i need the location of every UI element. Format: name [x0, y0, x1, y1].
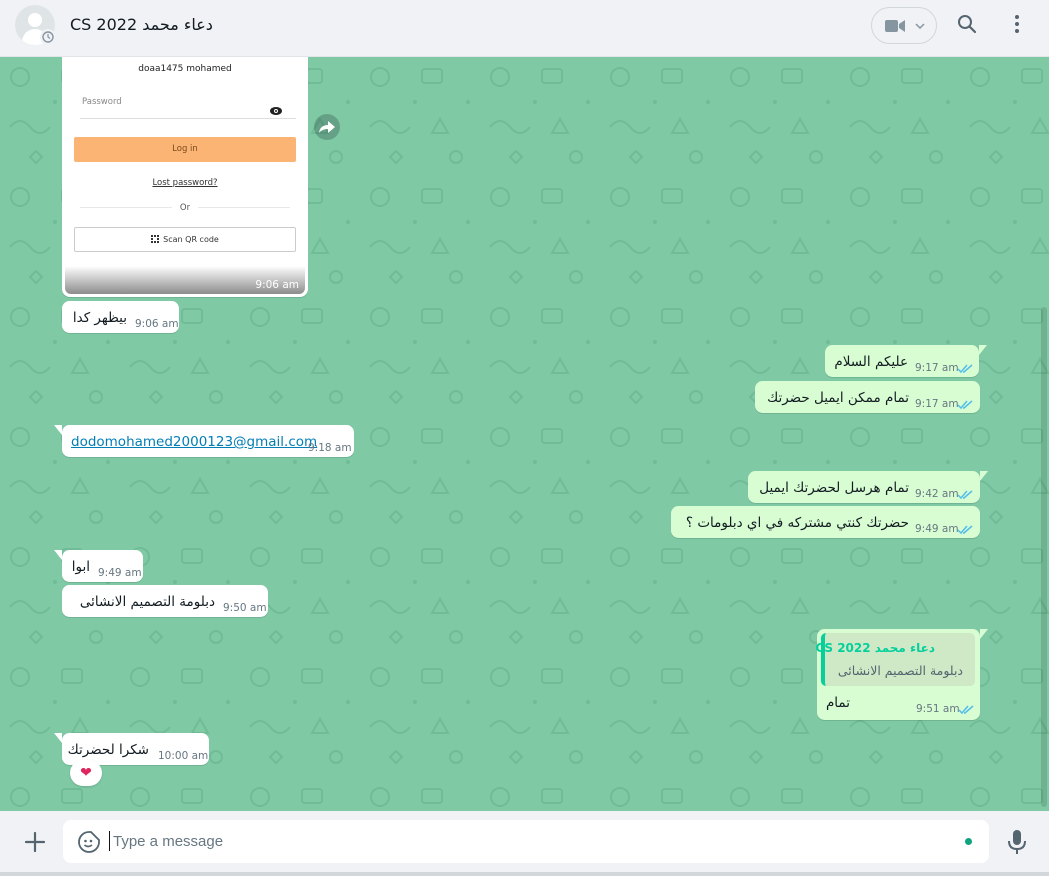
- attach-button[interactable]: [22, 829, 48, 855]
- video-call-button[interactable]: [871, 7, 937, 44]
- microphone-icon: [1008, 830, 1026, 854]
- login-screenshot-image[interactable]: doaa1475 mohamed Password Log in Lost pa…: [65, 60, 305, 294]
- contact-name[interactable]: دعاء محمد CS 2022: [70, 15, 213, 34]
- plus-icon: [24, 831, 46, 853]
- read-double-tick-icon: [958, 705, 974, 715]
- kebab-menu-icon: [1015, 15, 1019, 33]
- incoming-message[interactable]: دبلومة التصميم الانشائى 9:50 am: [62, 585, 268, 617]
- chat-scrollbar[interactable]: [1041, 307, 1047, 807]
- heart-icon: ❤: [80, 765, 92, 781]
- outgoing-message[interactable]: حضرتك كنتي مشتركه في اي دبلومات ؟ 9:49 a…: [671, 506, 980, 538]
- sticker-smiley-icon: [78, 831, 100, 853]
- email-link[interactable]: dodomohamed2000123@gmail.com: [71, 434, 317, 450]
- read-double-tick-icon: [957, 490, 973, 500]
- status-clock-icon: [40, 29, 56, 45]
- heart-reaction[interactable]: ❤: [70, 760, 102, 786]
- chat-area[interactable]: doaa1475 mohamed Password Log in Lost pa…: [0, 57, 1049, 811]
- search-button[interactable]: [954, 11, 980, 37]
- outgoing-message[interactable]: تمام هرسل لحضرتك ايميل 9:42 am: [748, 471, 988, 503]
- search-icon: [958, 15, 977, 34]
- incoming-message[interactable]: ابوا 9:49 am: [54, 550, 143, 582]
- incoming-message[interactable]: dodomohamed2000123@gmail.com 9:18 am: [54, 425, 354, 457]
- message-input[interactable]: [113, 820, 953, 863]
- outgoing-message[interactable]: عليكم السلام 9:17 am: [825, 345, 987, 377]
- chat-header: دعاء محمد CS 2022: [0, 0, 1049, 57]
- outgoing-reply-message[interactable]: دعاء محمد CS 2022 دبلومة التصميم الانشائ…: [815, 629, 988, 720]
- forward-button[interactable]: [314, 114, 340, 140]
- outgoing-message[interactable]: تمام ممكن ايميل حضرتك 9:17 am: [755, 381, 980, 413]
- read-double-tick-icon: [957, 400, 973, 410]
- message-input-box[interactable]: [63, 820, 989, 863]
- read-double-tick-icon: [957, 364, 973, 374]
- forward-arrow-icon: [319, 121, 335, 133]
- voice-record-button[interactable]: [1004, 828, 1030, 856]
- video-camera-icon: [885, 19, 905, 32]
- menu-button[interactable]: [1004, 11, 1030, 37]
- image-message[interactable]: doaa1475 mohamed Password Log in Lost pa…: [62, 57, 308, 297]
- default-avatar-icon: [28, 13, 42, 27]
- read-double-tick-icon: [957, 525, 973, 535]
- status-dot: [965, 838, 972, 845]
- text-caret: [109, 831, 110, 851]
- chevron-down-icon: [915, 22, 925, 29]
- quoted-message[interactable]: دعاء محمد CS 2022 دبلومة التصميم الانشائ…: [815, 633, 975, 686]
- eye-icon: [270, 100, 282, 119]
- incoming-message[interactable]: بيظهر كدا 9:06 am: [62, 301, 179, 333]
- qr-code-icon: [151, 235, 160, 243]
- sticker-button[interactable]: [77, 830, 101, 854]
- composer-bar: [0, 811, 1049, 876]
